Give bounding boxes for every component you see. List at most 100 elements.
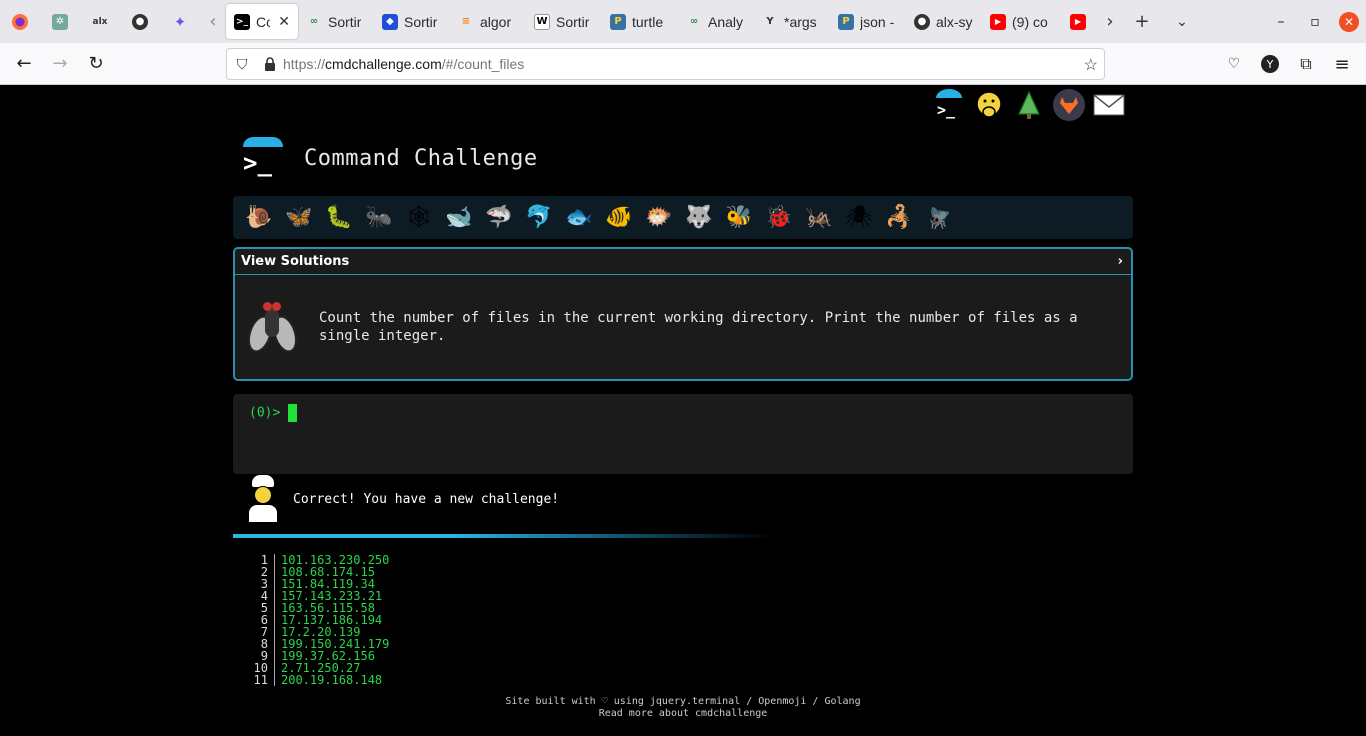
tab-title: Co <box>256 13 271 30</box>
status-message: Correct! You have a new challenge! <box>293 491 560 507</box>
tab-title: alx-sy <box>936 13 973 30</box>
tab-title: algor <box>480 13 512 30</box>
cmdchallenge-logo-icon[interactable]: >_ <box>241 137 283 179</box>
fly-icon <box>243 299 302 356</box>
spider-icon[interactable]: 🕷 <box>839 198 879 238</box>
line-value: 200.19.168.148 <box>281 673 383 687</box>
window-close-button[interactable]: ✕ <box>1332 0 1366 43</box>
tab-alx-sys[interactable]: ● alx-sy <box>906 4 982 39</box>
list-all-tabs-icon[interactable]: ⌄ <box>1162 0 1202 43</box>
close-icon[interactable]: ✕ <box>278 14 290 30</box>
caterpillar-icon[interactable]: 🐛 <box>319 198 359 238</box>
back-arrow-icon[interactable]: ← <box>6 46 42 82</box>
snail-icon[interactable]: 🐌 <box>239 198 279 238</box>
minimize-icon[interactable]: – <box>1264 0 1298 43</box>
extensions-icon[interactable]: ⧉ <box>1288 46 1324 82</box>
tabs-scroll-right-icon[interactable]: › <box>1098 0 1122 43</box>
cricket-icon[interactable]: 🦗 <box>799 198 839 238</box>
envelope-icon[interactable] <box>1093 89 1125 121</box>
shield-icon[interactable]: ⛉ <box>227 56 257 73</box>
reload-icon[interactable]: ↻ <box>78 46 114 82</box>
scorpion-icon[interactable]: 🦂 <box>879 198 919 238</box>
tab-title: Sortir <box>556 13 590 30</box>
url-host: cmdchallenge.com <box>325 56 442 72</box>
line-number: 11 <box>252 674 275 686</box>
firefox-view-icon[interactable] <box>0 0 40 43</box>
header: >_ Command Challenge <box>241 137 538 179</box>
tab-sorting-blue[interactable]: ◆ Sortir <box>374 4 450 39</box>
tab-title: *args <box>784 13 817 30</box>
tab-analysis[interactable]: ∞ Analy <box>678 4 754 39</box>
pinned-tab-alx[interactable]: alx <box>80 0 120 43</box>
forward-arrow-icon[interactable]: → <box>42 46 78 82</box>
face-with-hand-over-mouth-icon[interactable] <box>973 89 1005 121</box>
spider-web-icon[interactable]: 🕸 <box>399 198 439 238</box>
tab-bar: ✲ alx ● ✦ ‹ >_ Co ✕ ∞ Sortir ◆ Sortir ≡ … <box>0 0 1366 43</box>
lock-icon[interactable] <box>257 57 283 71</box>
new-tab-icon[interactable]: + <box>1122 0 1162 43</box>
whale-icon[interactable]: 🐋 <box>439 198 479 238</box>
tab-youtube-2[interactable]: ▶ ( <box>1062 4 1098 39</box>
pinned-tab-gemini[interactable]: ✦ <box>160 0 200 43</box>
tab-sorting-geeks[interactable]: ∞ Sortir <box>298 4 374 39</box>
cook-icon <box>246 475 280 523</box>
blue-diamond-icon: ◆ <box>382 13 398 30</box>
tab-title: turtle <box>632 13 664 30</box>
youtube-icon: ▶ <box>990 13 1006 30</box>
footer: Site built with ♡ using jquery.terminal … <box>0 696 1366 720</box>
github-icon: ● <box>914 13 930 30</box>
tab-cmdchallenge[interactable]: >_ Co ✕ <box>226 4 298 39</box>
tab-title: Sortir <box>328 13 362 30</box>
ladybug-icon[interactable]: 🐞 <box>759 198 799 238</box>
gemini-icon: ✦ <box>173 12 187 31</box>
chevron-right-icon: › <box>1117 254 1123 269</box>
butterfly-icon[interactable]: 🦋 <box>279 198 319 238</box>
account-icon[interactable]: Y <box>1252 46 1288 82</box>
tab-sorting-wikipedia[interactable]: W Sortir <box>526 4 602 39</box>
pinned-tab-github[interactable]: ● <box>120 0 160 43</box>
ant-icon[interactable]: 🐜 <box>359 198 399 238</box>
maximize-icon[interactable]: ▫ <box>1298 0 1332 43</box>
page-content: >_ >_ Command Challenge 🐌 🦋 🐛 🐜 🕸 🐋 🦈 🐬 … <box>0 85 1366 736</box>
terminal-prompt: (0)> <box>249 405 281 421</box>
tabs-scroll-left-icon[interactable]: ‹ <box>200 0 226 43</box>
challenge-card: View Solutions › Count the number of fil… <box>233 247 1133 381</box>
close-icon: ✕ <box>1339 11 1359 32</box>
challenge-description: Count the number of files in the current… <box>235 275 1131 379</box>
fish-icon[interactable]: 🐟 <box>559 198 599 238</box>
tropical-fish-icon[interactable]: 🐠 <box>599 198 639 238</box>
python-icon: P <box>610 13 626 30</box>
dolphin-icon[interactable]: 🐬 <box>519 198 559 238</box>
python-icon: P <box>838 13 854 30</box>
pocket-icon[interactable]: ♡ <box>1216 46 1252 82</box>
bee-icon[interactable]: 🐝 <box>719 198 759 238</box>
bookmark-star-icon[interactable]: ☆ <box>1084 55 1098 75</box>
svg-text:>_: >_ <box>937 101 956 119</box>
tab-json[interactable]: P json - <box>830 4 906 39</box>
terminal[interactable]: (0)> <box>233 394 1133 474</box>
terminal-icon[interactable]: >_ <box>933 89 965 121</box>
tab-args[interactable]: Y *args <box>754 4 830 39</box>
tab-youtube-1[interactable]: ▶ (9) co <box>982 4 1062 39</box>
shark-icon[interactable]: 🦈 <box>479 198 519 238</box>
footer-about-link[interactable]: Read more about cmdchallenge <box>0 708 1366 720</box>
gitlab-icon[interactable] <box>1053 89 1085 121</box>
tab-turtle[interactable]: P turtle <box>602 4 678 39</box>
stackoverflow-icon: ≡ <box>461 16 471 27</box>
tab-title: Analy <box>708 13 744 30</box>
progress-bar <box>233 534 773 538</box>
blowfish-icon[interactable]: 🐡 <box>639 198 679 238</box>
menu-icon[interactable]: ≡ <box>1324 46 1360 82</box>
evergreen-tree-icon[interactable] <box>1013 89 1045 121</box>
chatgpt-icon: ✲ <box>52 13 68 30</box>
pinned-tab-chatgpt[interactable]: ✲ <box>40 0 80 43</box>
view-solutions-toggle[interactable]: View Solutions › <box>235 249 1131 275</box>
tab-algorithm[interactable]: ≡ algor <box>450 4 526 39</box>
address-bar[interactable]: ⛉ https://cmdchallenge.com/#/count_files… <box>226 48 1105 80</box>
url-path: /#/count_files <box>441 56 525 72</box>
tab-title: (9) co <box>1012 13 1048 30</box>
wolf-icon[interactable]: 🐺 <box>679 198 719 238</box>
footer-credits: Site built with ♡ using jquery.terminal … <box>505 696 861 707</box>
fly-icon[interactable]: 🪰 <box>919 198 959 238</box>
github-icon: ● <box>132 13 148 30</box>
